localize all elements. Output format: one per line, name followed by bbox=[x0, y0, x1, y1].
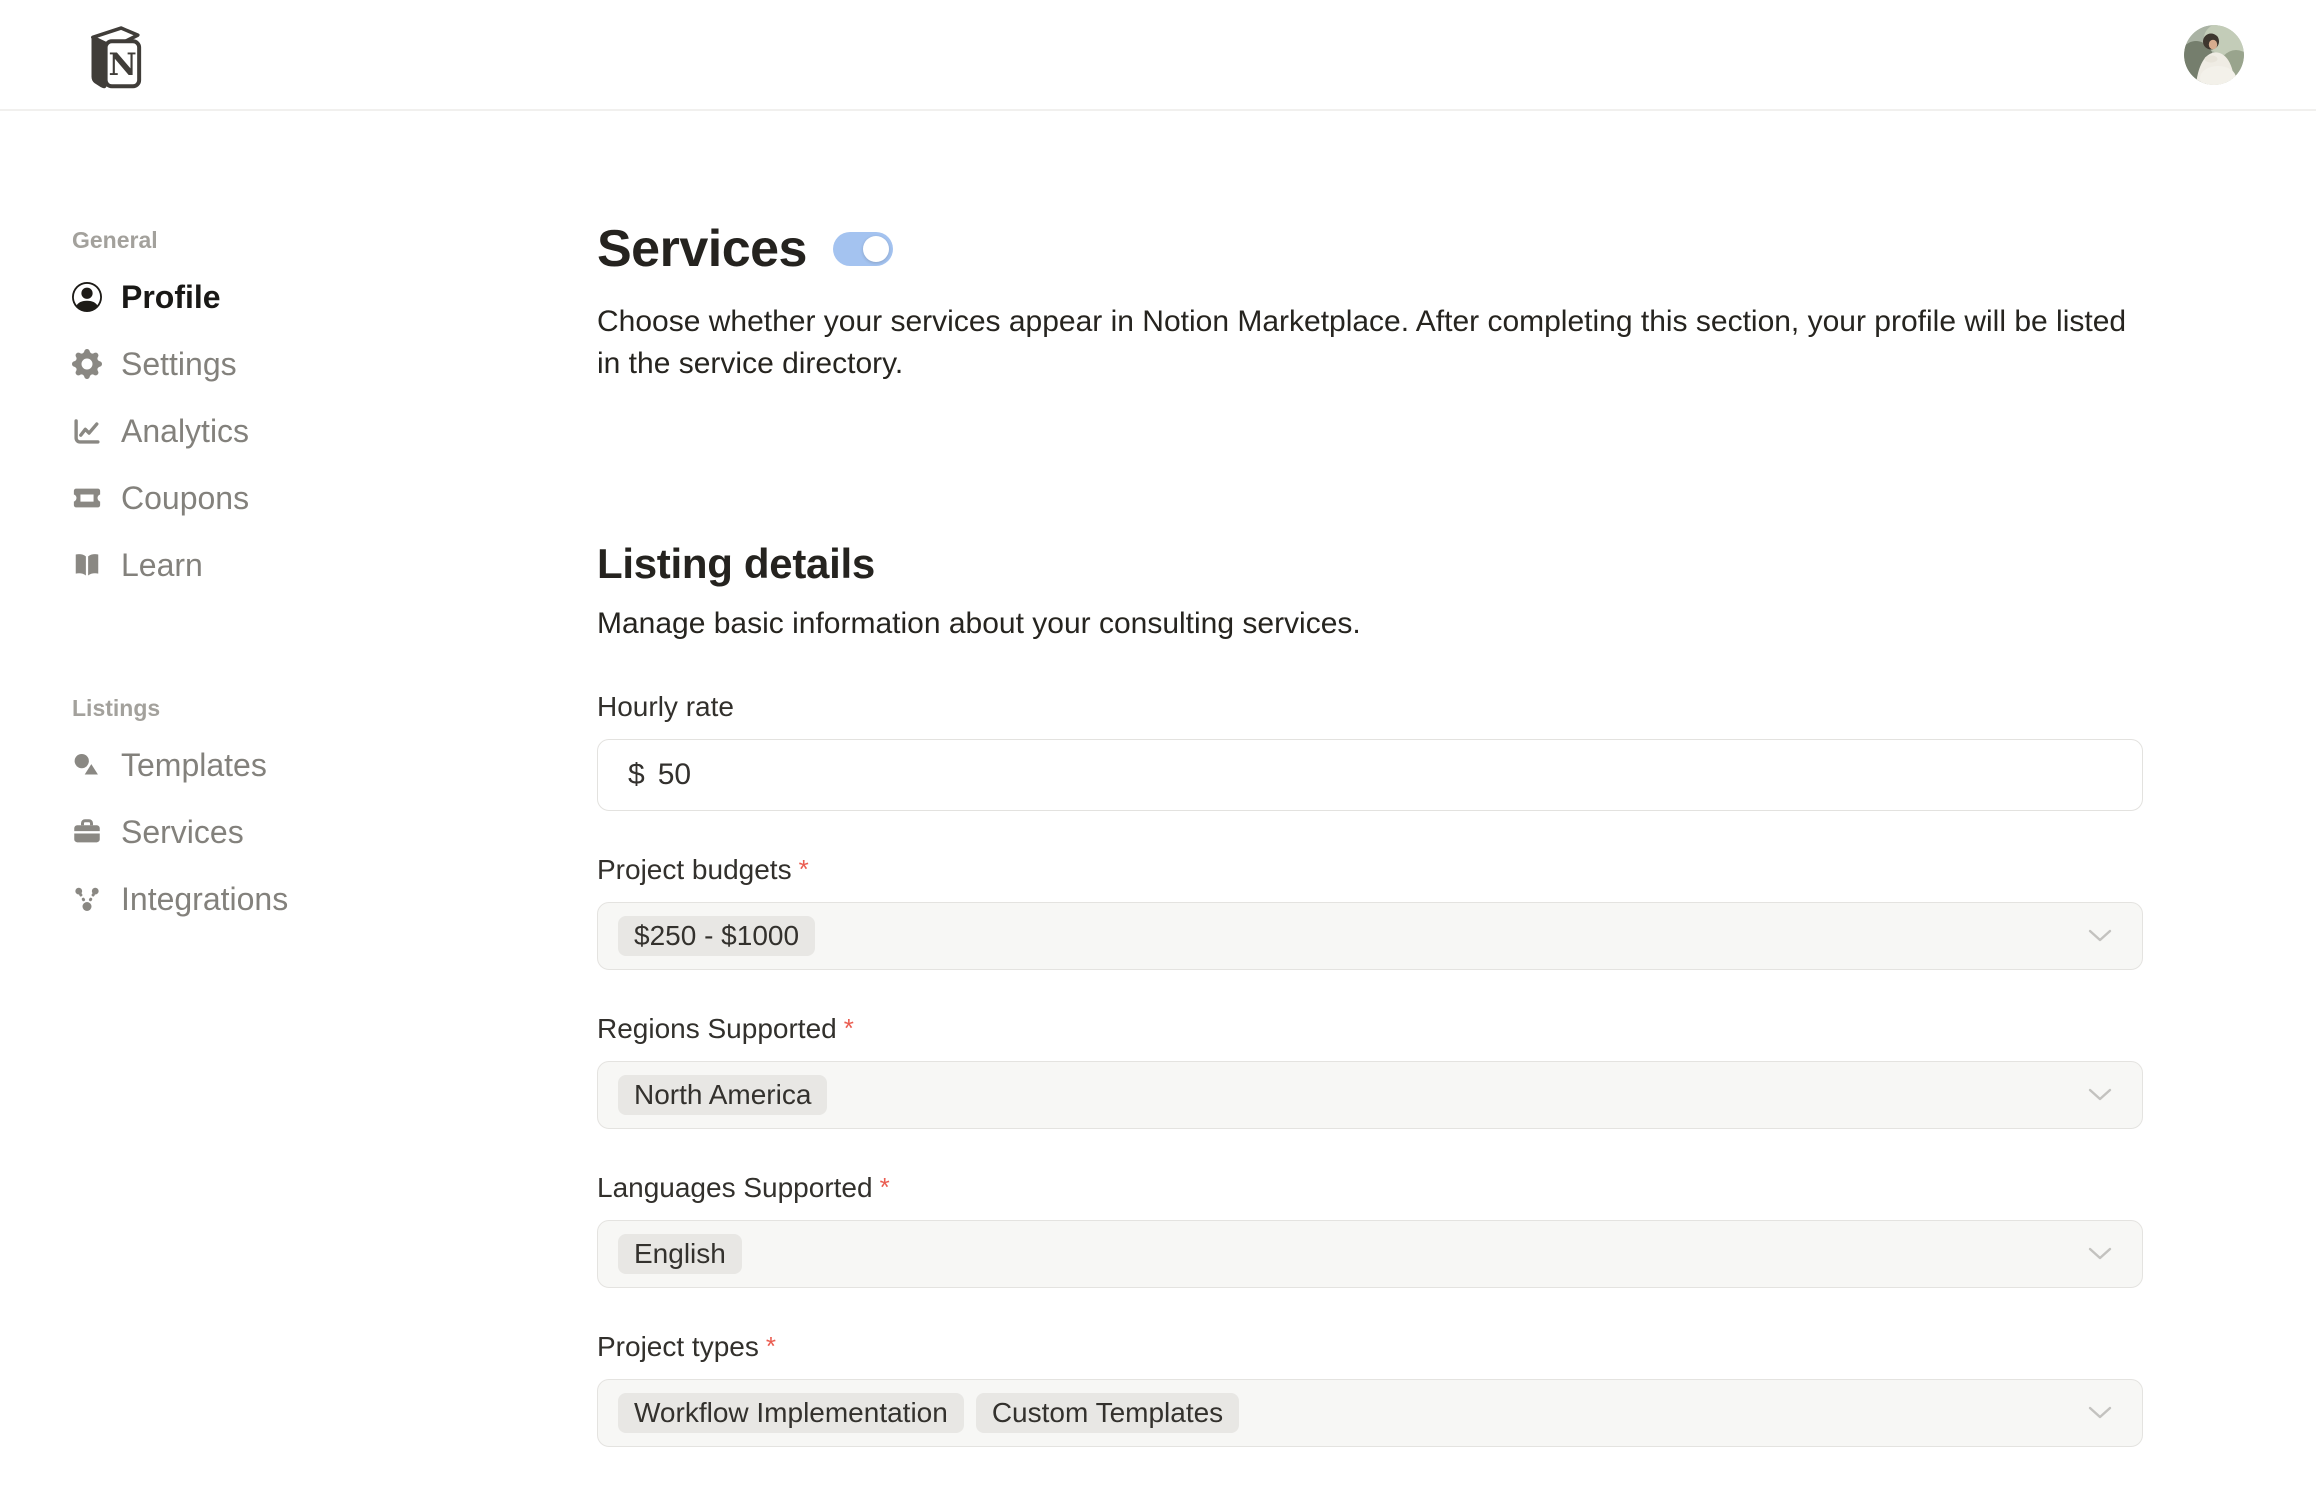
sidebar-item-profile[interactable]: Profile bbox=[72, 273, 597, 321]
svg-text:N: N bbox=[109, 46, 137, 82]
sidebar-item-analytics[interactable]: Analytics bbox=[72, 407, 597, 455]
page-description: Choose whether your services appear in N… bbox=[597, 301, 2143, 385]
selected-tag: North America bbox=[618, 1075, 827, 1115]
hourly-rate-input[interactable]: $ 50 bbox=[597, 739, 2143, 811]
user-avatar[interactable] bbox=[2184, 25, 2244, 85]
shapes-icon bbox=[72, 750, 102, 780]
field-label: Hourly rate bbox=[597, 689, 2143, 725]
field-project-budgets: Project budgets* $250 - $1000 bbox=[597, 851, 2143, 970]
required-asterisk: * bbox=[766, 1331, 776, 1361]
chevron-down-icon bbox=[2088, 929, 2112, 943]
required-asterisk: * bbox=[880, 1172, 890, 1202]
field-hourly-rate: Hourly rate $ 50 bbox=[597, 689, 2143, 811]
gear-icon bbox=[72, 349, 102, 379]
services-visibility-toggle[interactable] bbox=[833, 232, 893, 266]
sidebar-item-label: Templates bbox=[121, 747, 267, 784]
sidebar-item-services[interactable]: Services bbox=[72, 808, 597, 856]
sidebar-item-learn[interactable]: Learn bbox=[72, 541, 597, 589]
sidebar-item-label: Learn bbox=[121, 547, 203, 584]
page-title: Services bbox=[597, 217, 807, 281]
project-budgets-select[interactable]: $250 - $1000 bbox=[597, 902, 2143, 970]
section-subtitle: Manage basic information about your cons… bbox=[597, 603, 2143, 645]
selected-tag: Custom Templates bbox=[976, 1393, 1239, 1433]
section-title: Listing details bbox=[597, 537, 2143, 591]
field-label: Project budgets* bbox=[597, 851, 2143, 888]
chevron-down-icon bbox=[2088, 1088, 2112, 1102]
sidebar-section-label-listings: Listings bbox=[72, 693, 597, 723]
line-chart-icon bbox=[72, 416, 102, 446]
project-types-select[interactable]: Workflow Implementation Custom Templates bbox=[597, 1379, 2143, 1447]
field-label: Regions Supported* bbox=[597, 1010, 2143, 1047]
sidebar-item-integrations[interactable]: Integrations bbox=[72, 875, 597, 923]
regions-supported-select[interactable]: North America bbox=[597, 1061, 2143, 1129]
currency-prefix: $ bbox=[628, 758, 645, 792]
person-circle-icon bbox=[72, 282, 102, 312]
ticket-icon bbox=[72, 483, 102, 513]
settings-sidebar: General Profile Settings Analytics bbox=[0, 111, 597, 1487]
sidebar-item-label: Analytics bbox=[121, 413, 249, 450]
languages-supported-select[interactable]: English bbox=[597, 1220, 2143, 1288]
sidebar-item-templates[interactable]: Templates bbox=[72, 741, 597, 789]
sidebar-item-label: Profile bbox=[121, 279, 221, 316]
sidebar-item-label: Settings bbox=[121, 346, 237, 383]
field-project-types: Project types* Workflow Implementation C… bbox=[597, 1328, 2143, 1447]
field-label: Project types* bbox=[597, 1328, 2143, 1365]
chevron-down-icon bbox=[2088, 1247, 2112, 1261]
notion-logo-icon[interactable]: N bbox=[84, 24, 144, 98]
field-regions-supported: Regions Supported* North America bbox=[597, 1010, 2143, 1129]
sidebar-item-coupons[interactable]: Coupons bbox=[72, 474, 597, 522]
main-content: Services Choose whether your services ap… bbox=[597, 111, 2143, 1487]
sidebar-item-settings[interactable]: Settings bbox=[72, 340, 597, 388]
selected-tag: English bbox=[618, 1234, 742, 1274]
toggle-knob bbox=[863, 236, 889, 262]
field-label: Languages Supported* bbox=[597, 1169, 2143, 1206]
sidebar-item-label: Coupons bbox=[121, 480, 249, 517]
sidebar-item-label: Services bbox=[121, 814, 244, 851]
sidebar-item-label: Integrations bbox=[121, 881, 288, 918]
selected-tag: Workflow Implementation bbox=[618, 1393, 964, 1433]
sidebar-section-label-general: General bbox=[72, 225, 597, 255]
top-bar: N bbox=[0, 0, 2316, 111]
briefcase-icon bbox=[72, 817, 102, 847]
open-book-icon bbox=[72, 550, 102, 580]
hourly-rate-value: 50 bbox=[658, 758, 691, 792]
selected-tag: $250 - $1000 bbox=[618, 916, 815, 956]
field-languages-supported: Languages Supported* English bbox=[597, 1169, 2143, 1288]
chevron-down-icon bbox=[2088, 1406, 2112, 1420]
required-asterisk: * bbox=[844, 1013, 854, 1043]
required-asterisk: * bbox=[799, 854, 809, 884]
connected-nodes-icon bbox=[72, 884, 102, 914]
